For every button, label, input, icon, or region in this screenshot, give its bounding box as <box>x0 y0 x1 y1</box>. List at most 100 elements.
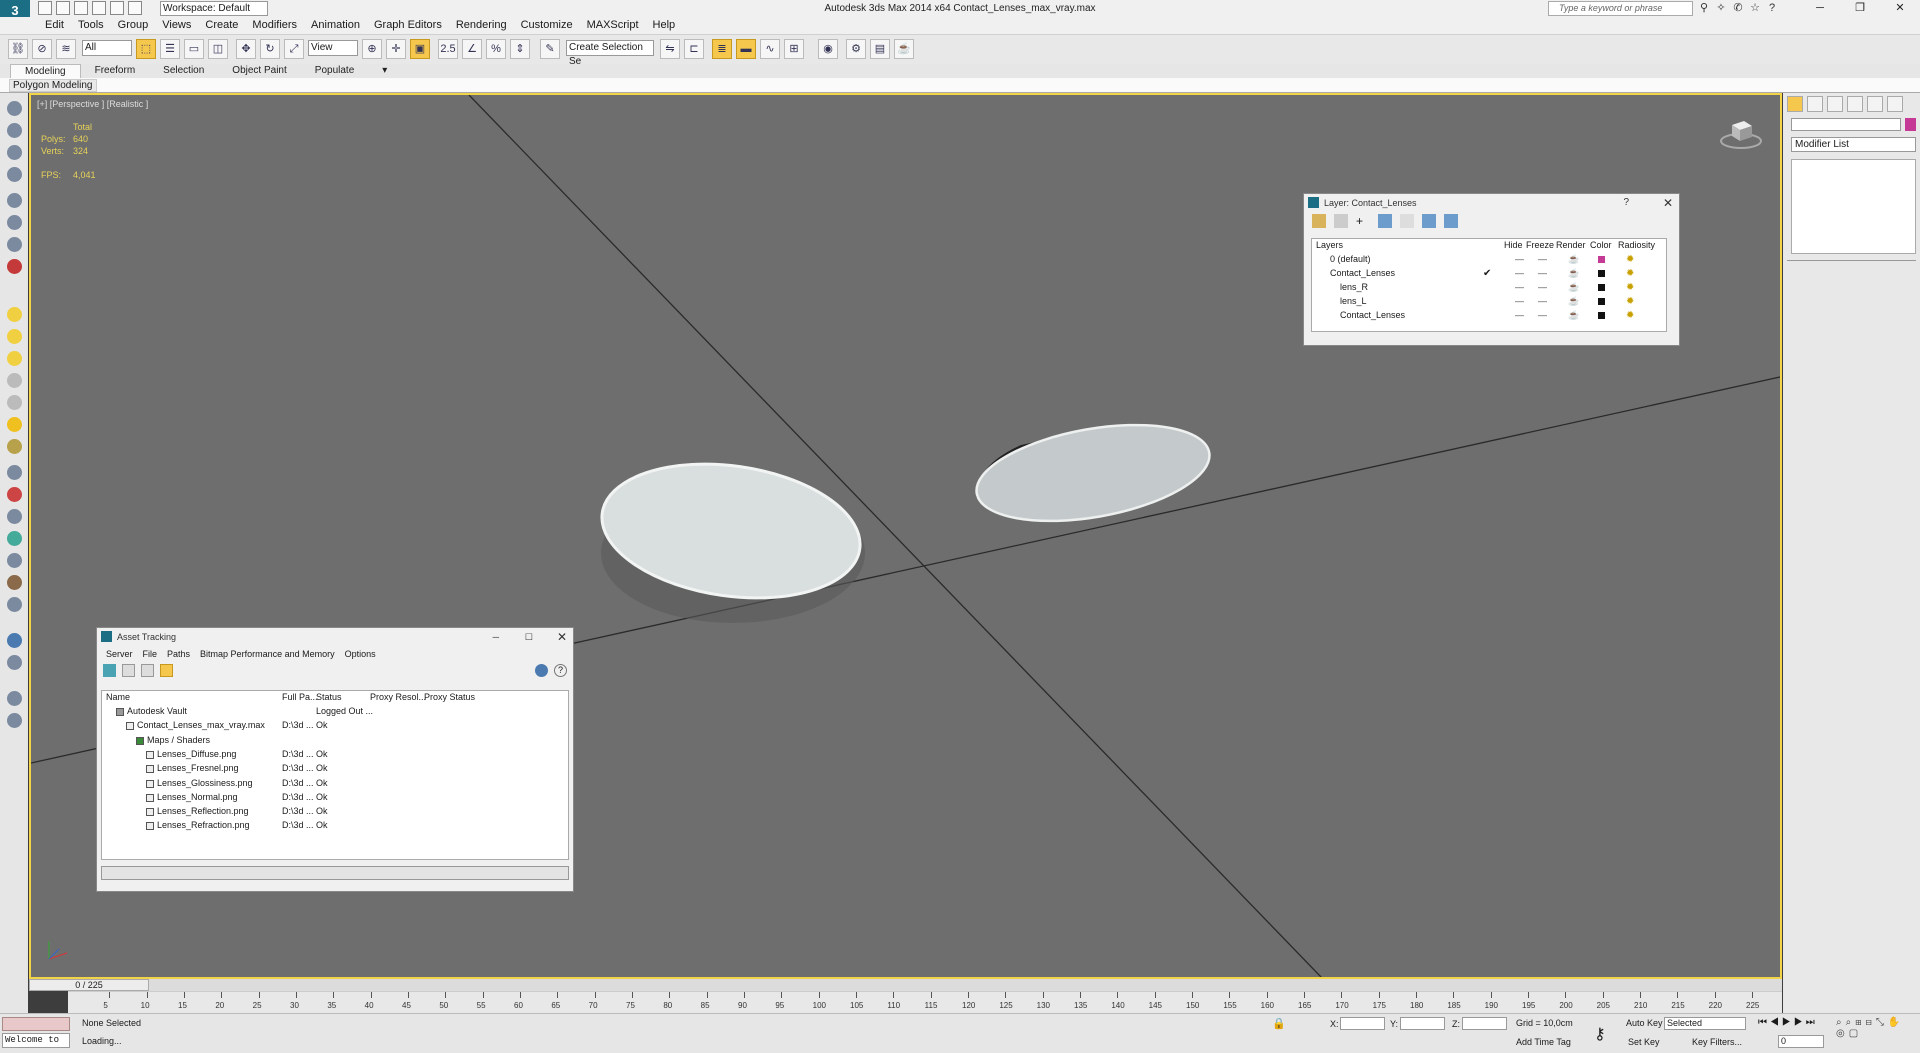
auto-key-button[interactable]: Auto Key <box>1626 1018 1663 1028</box>
spinner-snap-icon[interactable]: ⇕ <box>510 39 530 59</box>
radiosity-icon[interactable]: ✹ <box>1626 281 1634 294</box>
hair-icon[interactable] <box>7 575 22 590</box>
hide-toggle[interactable]: — <box>1515 281 1524 294</box>
move-icon[interactable]: ✥ <box>236 39 256 59</box>
redo-icon[interactable] <box>110 1 124 15</box>
sphere-primitive-icon[interactable] <box>7 329 22 344</box>
material-editor-icon[interactable]: ◉ <box>818 39 838 59</box>
viewcube[interactable] <box>1720 117 1762 149</box>
layer-column-header[interactable]: Radiosity <box>1618 239 1655 252</box>
refresh-icon[interactable] <box>103 664 116 677</box>
torus-primitive-icon[interactable] <box>7 395 22 410</box>
hide-toggle[interactable]: — <box>1515 267 1524 280</box>
highlight-layer-icon[interactable] <box>1400 214 1414 228</box>
help-icon[interactable]: ? <box>1765 1 1779 15</box>
menu-customize[interactable]: Customize <box>514 17 580 34</box>
radiosity-icon[interactable]: ✹ <box>1626 267 1634 280</box>
mirror-icon[interactable]: ⇋ <box>660 39 680 59</box>
playback-controls[interactable]: ⏮◀▶▶⏭ <box>1758 1017 1818 1028</box>
ribbon-tab-object-paint[interactable]: Object Paint <box>218 64 300 78</box>
radiosity-icon[interactable]: ✹ <box>1626 295 1634 308</box>
x-coordinate-field[interactable] <box>1340 1017 1385 1030</box>
angle-snap-icon[interactable]: ∠ <box>462 39 482 59</box>
keyboard-shortcut-override-icon[interactable]: ▣ <box>410 39 430 59</box>
menu-rendering[interactable]: Rendering <box>449 17 514 34</box>
select-link-icon[interactable]: ⛓ <box>8 39 28 59</box>
teapot-icon[interactable] <box>7 215 22 230</box>
layer-row[interactable]: Contact_Lenses — — ☕ ✹ <box>1312 309 1652 322</box>
asset-row[interactable]: Lenses_Reflection.png D:\3d ... Ok <box>102 805 562 818</box>
communication-icon[interactable]: ✆ <box>1731 1 1745 15</box>
help-icon[interactable]: ? <box>554 664 567 677</box>
container-icon[interactable] <box>7 691 22 706</box>
render-production-icon[interactable]: ☕ <box>894 39 914 59</box>
hide-toggle[interactable]: — <box>1515 309 1524 322</box>
create-panel-icon[interactable] <box>1787 96 1803 112</box>
asset-column-header[interactable]: Proxy Status <box>424 691 475 704</box>
curve-editor-icon[interactable]: ∿ <box>760 39 780 59</box>
menu-animation[interactable]: Animation <box>304 17 367 34</box>
close-icon[interactable]: ✕ <box>1880 0 1920 17</box>
help-icon[interactable]: ? <box>1623 194 1629 212</box>
freeze-toggle[interactable]: — <box>1538 281 1547 294</box>
object-color-swatch[interactable] <box>1905 118 1916 131</box>
layer-row[interactable]: Contact_Lenses ✔ — — ☕ ✹ <box>1312 267 1652 280</box>
asset-row[interactable]: Lenses_Refraction.png D:\3d ... Ok <box>102 819 562 832</box>
layer-column-header[interactable]: Layers <box>1316 239 1343 252</box>
polygon-modeling-panel[interactable]: Polygon Modeling <box>9 79 97 92</box>
object-name-field[interactable] <box>1791 118 1901 131</box>
spacewarp-icon[interactable] <box>7 487 22 502</box>
ribbon-tab-populate[interactable]: Populate <box>301 64 368 78</box>
display-tool-icon[interactable] <box>7 123 22 138</box>
z-coordinate-field[interactable] <box>1462 1017 1507 1030</box>
asset-column-header[interactable]: Name <box>106 691 130 704</box>
align-icon[interactable]: ⊏ <box>684 39 704 59</box>
radiosity-icon[interactable]: ✹ <box>1626 253 1634 266</box>
add-to-layer-icon[interactable]: + <box>1356 214 1370 228</box>
asset-menu-options[interactable]: Options <box>340 646 381 662</box>
bind-spacewarp-icon[interactable]: ≋ <box>56 39 76 59</box>
asset-menu-server[interactable]: Server <box>101 646 138 662</box>
window-crossing-icon[interactable]: ◫ <box>208 39 228 59</box>
binoculars-icon[interactable]: ⚲ <box>1697 1 1711 15</box>
render-teapot-icon[interactable]: ☕ <box>1568 267 1579 280</box>
helper-tool-icon[interactable] <box>7 193 22 208</box>
modifier-stack[interactable] <box>1791 159 1916 254</box>
asset-column-header[interactable]: Status <box>316 691 342 704</box>
key-filters-button[interactable]: Key Filters... <box>1692 1037 1742 1047</box>
delete-layer-icon[interactable] <box>1334 214 1348 228</box>
modifier-stack-icon[interactable] <box>7 597 22 612</box>
selection-filter-dropdown[interactable]: All <box>82 40 132 56</box>
lens-right[interactable] <box>969 409 1217 537</box>
layer-color-swatch[interactable] <box>1598 298 1605 305</box>
hide-all-icon[interactable] <box>1422 214 1436 228</box>
asset-dialog-titlebar[interactable]: Asset Tracking ─ ☐ ✕ <box>97 628 573 646</box>
vault-status-icon[interactable] <box>535 664 548 677</box>
current-layer-check-icon[interactable]: ✔ <box>1483 267 1491 280</box>
set-key-button[interactable]: Set Key <box>1628 1037 1660 1047</box>
menu-maxscript[interactable]: MAXScript <box>580 17 646 34</box>
hide-toggle[interactable]: — <box>1515 295 1524 308</box>
menu-tools[interactable]: Tools <box>71 17 111 34</box>
rectangle-selection-icon[interactable]: ▭ <box>184 39 204 59</box>
light-icon[interactable] <box>7 417 22 432</box>
create-layer-icon[interactable] <box>1312 214 1326 228</box>
frame-counter[interactable]: 0 / 225 <box>29 979 149 991</box>
layer-color-swatch[interactable] <box>1598 284 1605 291</box>
asset-row[interactable]: Maps / Shaders <box>102 734 562 747</box>
render-teapot-icon[interactable]: ☕ <box>1568 281 1579 294</box>
reference-coordinate-dropdown[interactable]: View <box>308 40 358 56</box>
minimize-icon[interactable]: ─ <box>493 628 499 646</box>
close-icon[interactable]: ✕ <box>557 628 567 646</box>
menu-create[interactable]: Create <box>198 17 245 34</box>
y-coordinate-field[interactable] <box>1400 1017 1445 1030</box>
box-primitive-icon[interactable] <box>7 307 22 322</box>
ribbon-options-icon[interactable]: ▾ <box>368 64 401 78</box>
render-teapot-icon[interactable]: ☕ <box>1568 295 1579 308</box>
cone-primitive-icon[interactable] <box>7 373 22 388</box>
layer-column-header[interactable]: Hide <box>1504 239 1523 252</box>
layer-manager-icon[interactable]: ≣ <box>712 39 732 59</box>
particle-icon[interactable] <box>7 465 22 480</box>
asset-row[interactable]: Autodesk Vault Logged Out ... <box>102 705 562 718</box>
named-selection-dropdown[interactable]: Create Selection Se <box>566 40 654 67</box>
